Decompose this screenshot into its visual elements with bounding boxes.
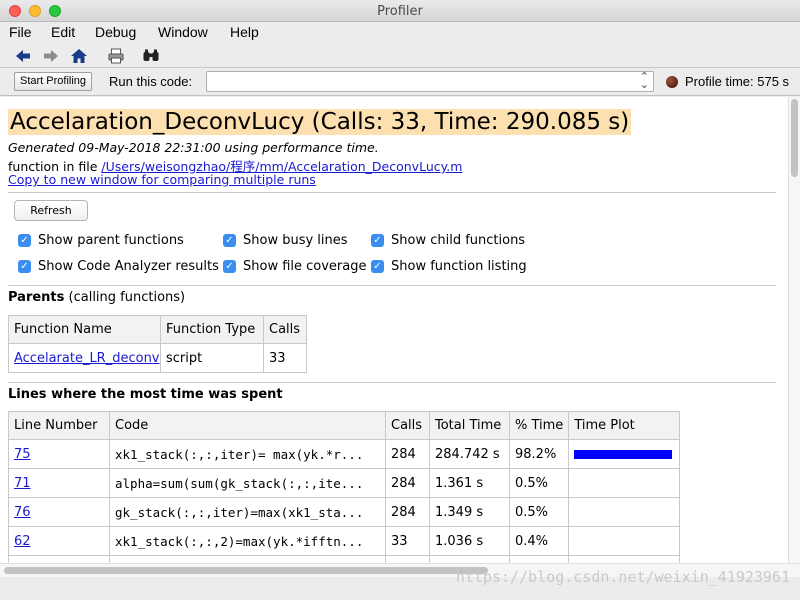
total-time-cell: 1.036 s [429,526,510,556]
line-number-link[interactable]: 71 [14,476,31,491]
column-header[interactable]: Total Time [429,411,510,440]
code-cell: xk1_stack(:,:,2)=max(yk.*ifftn... [109,526,386,556]
calls-cell: 284 [385,497,430,527]
total-time-cell: 1.349 s [429,497,510,527]
checkbox-checked-icon[interactable]: ✓ [18,234,31,247]
parent-function-link[interactable]: Accelarate_LR_deconv [14,351,160,366]
menu-edit[interactable]: Edit [51,24,75,40]
time-bar [574,449,673,459]
profiler-window: Profiler File Edit Debug Window Help Sta… [0,0,800,600]
profiler-status-icon [666,76,678,88]
checkbox-checked-icon[interactable]: ✓ [223,234,236,247]
table-row: Accelarate_LR_deconv script 33 [8,343,307,373]
option-show-busy-lines[interactable]: ✓ Show busy lines [223,233,348,248]
parents-table: Function Name Function Type Calls Accela… [8,315,307,373]
copy-window-link[interactable]: Copy to new window for comparing multipl… [8,172,316,187]
calls-count: 33 [263,343,307,373]
column-header[interactable]: Calls [263,315,307,344]
report-content: Accelaration_DeconvLucy (Calls: 33, Time… [0,97,788,563]
watermark: https://blog.csdn.net/weixin_41923961 [455,568,790,586]
home-icon[interactable] [70,47,88,65]
line-number-link[interactable]: 75 [14,447,31,462]
time-plot-cell [568,526,681,556]
find-icon[interactable] [142,47,160,65]
column-header[interactable]: % Time [508,411,570,440]
table-row [8,555,681,563]
busy-lines-table: Line Number Code Calls Total Time % Time… [8,411,681,563]
code-cell: gk_stack(:,:,iter)=max(xk1_sta... [109,497,386,527]
table-row: 62 xk1_stack(:,:,2)=max(yk.*ifftn... 33 … [8,526,681,556]
checkbox-checked-icon[interactable]: ✓ [371,260,384,273]
calls-cell: 284 [385,439,430,469]
calls-cell: 284 [385,468,430,498]
column-header[interactable]: Time Plot [568,411,681,440]
calls-cell: 33 [385,526,430,556]
code-cell: xk1_stack(:,:,iter)= max(yk.*r... [109,439,386,469]
vertical-scrollbar[interactable] [788,97,800,563]
menu-bar: File Edit Debug Window Help [0,22,800,44]
run-code-input[interactable]: ⌃ ⌄ [206,71,654,92]
divider [8,192,776,193]
column-header[interactable]: Function Name [8,315,161,344]
page-title: Accelaration_DeconvLucy (Calls: 33, Time… [8,109,632,135]
divider [8,382,776,383]
option-show-child-functions[interactable]: ✓ Show child functions [371,233,525,248]
line-number-link[interactable]: 76 [14,505,31,520]
window-title: Profiler [377,4,423,19]
option-show-function-listing[interactable]: ✓ Show function listing [371,259,527,274]
copy-link-text[interactable]: Copy to new window for comparing multipl… [8,172,316,187]
menu-debug[interactable]: Debug [95,24,136,40]
checkbox-checked-icon[interactable]: ✓ [371,234,384,247]
total-time-cell: 284.742 s [429,439,510,469]
table-row: 71 alpha=sum(sum(gk_stack(:,:,ite... 284… [8,468,681,498]
code-cell: alpha=sum(sum(gk_stack(:,:,ite... [109,468,386,498]
percent-time-cell: 0.5% [508,468,570,498]
column-header[interactable]: Line Number [8,411,110,440]
line-number-link[interactable]: 62 [14,534,31,549]
vertical-scroll-thumb[interactable] [791,99,798,177]
option-show-parent-functions[interactable]: ✓ Show parent functions [18,233,184,248]
print-icon[interactable] [107,47,125,65]
table-row: 76 gk_stack(:,:,iter)=max(xk1_sta... 284… [8,497,681,527]
option-show-file-coverage[interactable]: ✓ Show file coverage [223,259,367,274]
percent-time-cell: 98.2% [508,439,570,469]
percent-time-cell: 0.4% [508,526,570,556]
option-show-code-analyzer[interactable]: ✓ Show Code Analyzer results [18,259,219,274]
divider [8,285,776,286]
profile-time: Profile time: 575 s [685,74,790,89]
column-header[interactable]: Calls [385,411,430,440]
run-bar: Start Profiling Run this code: ⌃ ⌄ Profil… [0,68,800,96]
back-arrow-icon[interactable] [14,47,32,65]
menu-window[interactable]: Window [158,24,208,40]
run-code-label: Run this code: [109,74,193,89]
generated-info: Generated 09-May-2018 22:31:00 using per… [8,140,379,155]
menu-file[interactable]: File [9,24,32,40]
total-time-cell: 1.361 s [429,468,510,498]
forward-arrow-icon[interactable] [42,47,60,65]
parents-heading: Parents (calling functions) [8,290,186,305]
time-plot-cell [568,468,681,498]
menu-help[interactable]: Help [230,24,259,40]
toolbar [0,44,800,68]
table-row: 75 xk1_stack(:,:,iter)= max(yk.*r... 284… [8,439,681,469]
start-profiling-button[interactable]: Start Profiling [14,72,93,91]
checkbox-checked-icon[interactable]: ✓ [18,260,31,273]
dropdown-chevron-icon[interactable]: ⌃ ⌄ [640,71,649,90]
percent-time-cell: 0.5% [508,497,570,527]
horizontal-scroll-thumb[interactable] [4,567,488,574]
column-header[interactable]: Function Type [160,315,264,344]
column-header[interactable]: Code [109,411,386,440]
busy-lines-heading: Lines where the most time was spent [8,387,283,402]
refresh-button[interactable]: Refresh [14,200,88,221]
checkbox-checked-icon[interactable]: ✓ [223,260,236,273]
title-bar: Profiler [0,0,800,22]
function-type: script [160,343,264,373]
time-plot-cell [568,439,681,469]
time-plot-cell [568,497,681,527]
